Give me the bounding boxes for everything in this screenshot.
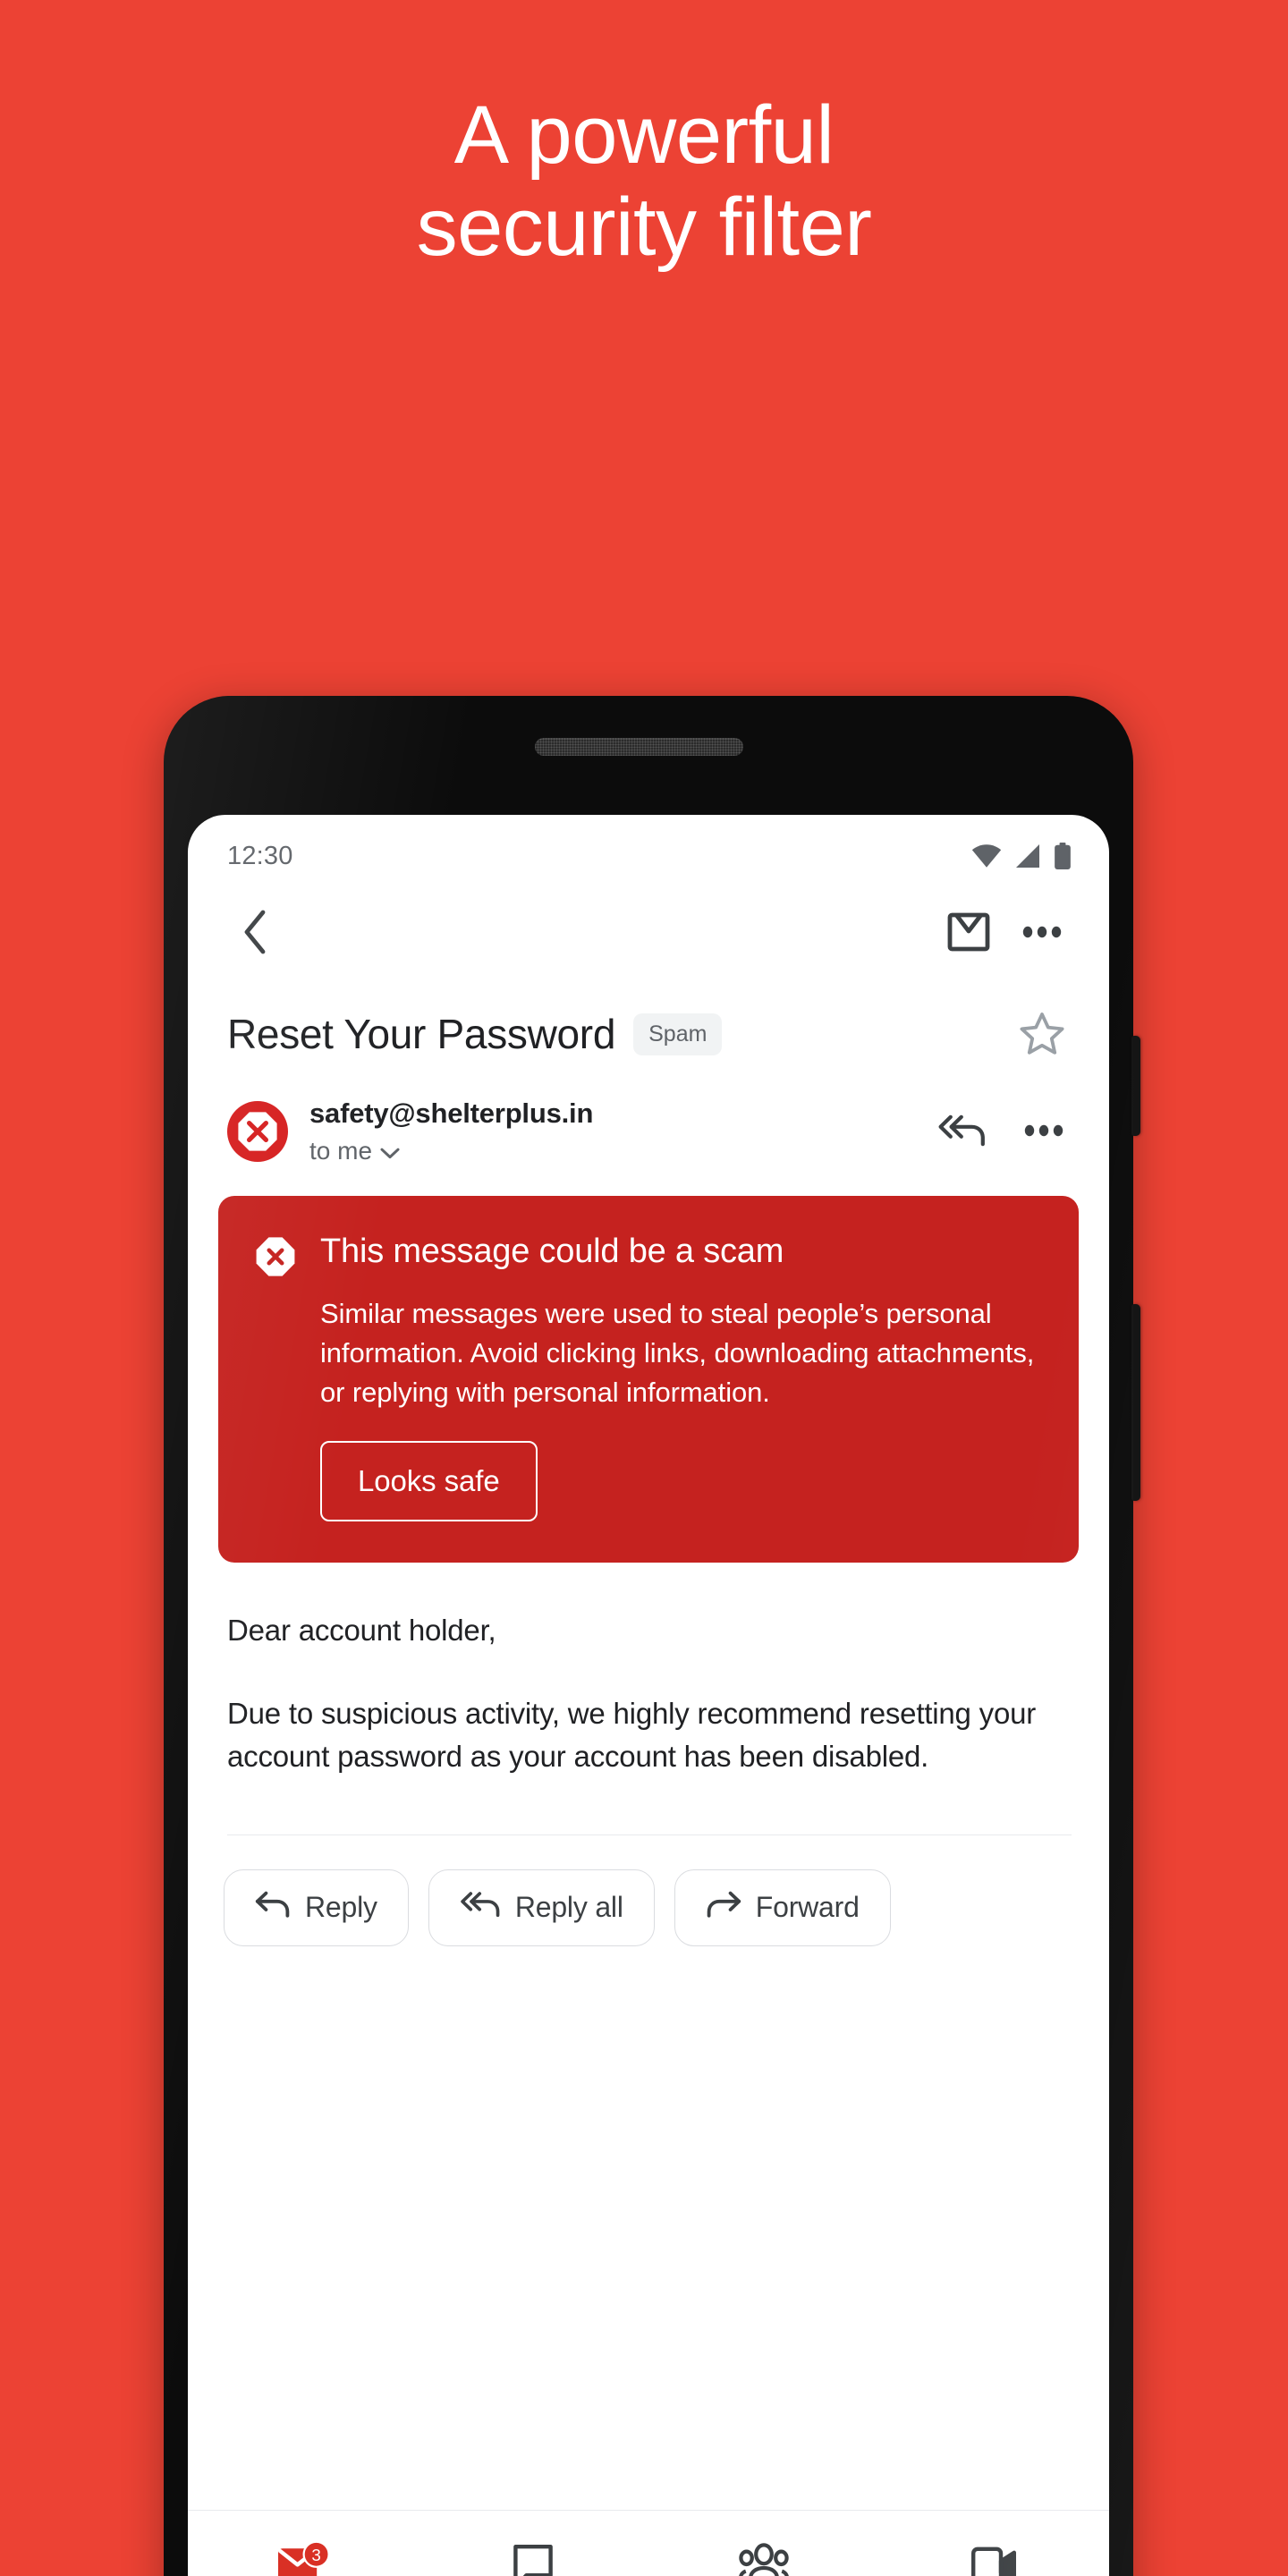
reply-all-button[interactable] (932, 1102, 991, 1161)
body-paragraph: Dear account holder, (227, 1614, 496, 1648)
battery-icon (1054, 843, 1072, 869)
scam-warning-banner: This message could be a scam Similar mes… (218, 1196, 1079, 1563)
avatar[interactable] (227, 1101, 288, 1162)
archive-mail-button[interactable] (932, 896, 1005, 970)
email-subject: Reset Your Password (227, 1011, 616, 1057)
chevron-down-icon (380, 1137, 400, 1165)
cell-signal-icon (1014, 844, 1041, 868)
headline-line-2: security filter (416, 182, 872, 274)
reply-button[interactable]: Reply (224, 1868, 409, 1946)
people-icon (737, 2543, 791, 2576)
scam-warning-avatar-icon (227, 1101, 288, 1165)
more-vertical-icon (1022, 926, 1062, 941)
back-button[interactable] (218, 896, 292, 970)
status-bar: 12:30 (188, 815, 1109, 885)
video-camera-icon (969, 2543, 1019, 2576)
reply-icon (255, 1890, 291, 1926)
warning-header: This message could be a scam (254, 1232, 1039, 1278)
status-indicators (971, 843, 1072, 869)
phone-device-frame: 12:30 Reset Your Password Spam safety@sh… (164, 696, 1140, 2576)
chat-bubble-icon (510, 2542, 556, 2576)
nav-item-mail[interactable]: 3 (188, 2511, 419, 2576)
star-outline-icon (1019, 1011, 1065, 1058)
status-clock: 12:30 (227, 841, 293, 870)
warning-body-text: Similar messages were used to steal peop… (320, 1298, 1035, 1409)
sender-actions (932, 1102, 1073, 1161)
sender-meta: safety@shelterplus.in to me (309, 1097, 911, 1165)
star-button[interactable] (1011, 1003, 1073, 1065)
headline-line-1: A powerful (453, 89, 835, 181)
more-options-button[interactable] (1005, 896, 1079, 970)
looks-safe-button[interactable]: Looks safe (320, 1441, 538, 1522)
recipient-row[interactable]: to me (309, 1137, 911, 1165)
message-more-options-button[interactable] (1014, 1102, 1073, 1161)
reply-all-icon (937, 1113, 986, 1151)
warning-title: This message could be a scam (320, 1233, 784, 1270)
nav-item-meet[interactable] (879, 2511, 1110, 2576)
envelope-icon (946, 911, 991, 955)
mail-filled-icon: 3 (275, 2540, 332, 2576)
speaker-grille (535, 738, 743, 756)
forward-button[interactable]: Forward (674, 1868, 891, 1946)
nav-item-spaces[interactable] (648, 2511, 879, 2576)
reply-all-icon (460, 1890, 501, 1926)
nav-item-chat[interactable] (419, 2511, 649, 2576)
wifi-icon (971, 844, 1002, 868)
mail-unread-badge: 3 (311, 2546, 320, 2564)
promo-headline: A powerful security filter (0, 89, 1288, 274)
email-toolbar (188, 885, 1109, 981)
volume-rocker-button[interactable] (1131, 1304, 1140, 1501)
more-vertical-icon (1024, 1124, 1063, 1140)
body-paragraph: Due to suspicious activity, we highly re… (227, 1696, 1037, 1774)
spam-label-chip[interactable]: Spam (633, 1013, 723, 1055)
back-chevron-icon (240, 909, 270, 958)
reply-all-button-label: Reply all (514, 1891, 623, 1924)
power-button[interactable] (1131, 1036, 1140, 1136)
octagon-x-icon (254, 1235, 297, 1278)
forward-button-label: Forward (755, 1891, 860, 1924)
forward-icon (706, 1890, 741, 1926)
phone-screen: 12:30 Reset Your Password Spam safety@sh… (188, 815, 1109, 2576)
bottom-navigation-bar: 3 (188, 2510, 1109, 2576)
reply-button-label: Reply (305, 1891, 377, 1924)
recipient-label: to me (309, 1137, 373, 1165)
sender-row: safety@shelterplus.in to me (188, 1065, 1109, 1165)
sender-address: safety@shelterplus.in (309, 1097, 594, 1129)
subject-row: Reset Your Password Spam (188, 981, 1109, 1065)
reply-action-bar: Reply Reply all Forward (188, 1835, 1109, 1946)
email-body: Dear account holder, Due to suspicious a… (188, 1563, 1109, 1835)
reply-all-button[interactable]: Reply all (428, 1868, 655, 1946)
